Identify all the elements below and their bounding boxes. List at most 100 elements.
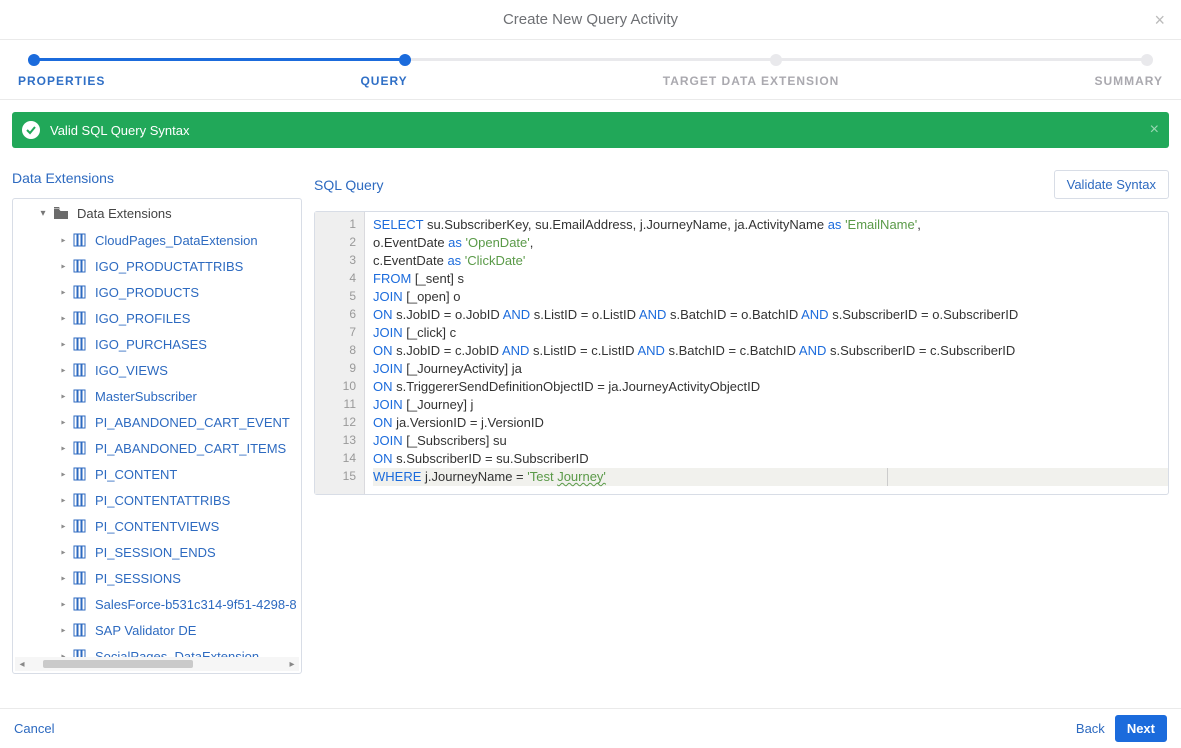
tree-root[interactable]: ▾ Data Extensions — [13, 199, 301, 227]
chevron-right-icon[interactable]: ▾ — [59, 624, 68, 636]
tree-item-label: PI_SESSION_ENDS — [95, 545, 216, 560]
back-button[interactable]: Back — [1076, 721, 1105, 736]
data-extension-icon — [73, 467, 89, 481]
tree-item[interactable]: ▾IGO_PROFILES — [13, 305, 301, 331]
chevron-right-icon[interactable]: ▾ — [59, 650, 68, 657]
tree-item[interactable]: ▾ PI_ABANDONED_CART_EVENT — [13, 409, 301, 435]
wizard-labels: PROPERTIES QUERY TARGET DATA EXTENSION S… — [18, 74, 1163, 88]
chevron-right-icon[interactable]: ▾ — [59, 494, 68, 506]
line-number: 11 — [319, 396, 356, 414]
scroll-right-icon[interactable]: ▸ — [285, 659, 299, 670]
tree-item[interactable]: ▾ IGO_PRODUCTATTRIBS — [13, 253, 301, 279]
chevron-right-icon[interactable]: ▾ — [59, 546, 68, 558]
line-number: 10 — [319, 378, 356, 396]
chevron-right-icon[interactable]: ▾ — [59, 442, 68, 454]
line-number: 1 — [319, 216, 356, 234]
tree-item-label: PI_CONTENT — [95, 467, 177, 482]
progress-bar — [28, 54, 1153, 64]
step-dot-query[interactable] — [399, 54, 411, 66]
line-number: 2 — [319, 234, 356, 252]
tree-item-label: PI_SESSIONS — [95, 571, 181, 586]
tree-item-label: PI_ABANDONED_CART_ITEMS — [95, 441, 286, 456]
tree-item[interactable]: ▾ PI_CONTENT — [13, 461, 301, 487]
progress-dots — [28, 54, 1153, 66]
step-label-properties[interactable]: PROPERTIES — [18, 74, 105, 88]
data-extension-icon — [73, 311, 89, 325]
tree-item[interactable]: ▾ MasterSubscriber — [13, 383, 301, 409]
banner-close-icon[interactable]: × — [1150, 121, 1159, 139]
tree-item[interactable]: ▾ IGO_VIEWS — [13, 357, 301, 383]
tree-item-label: IGO_PRODUCTATTRIBS — [95, 259, 243, 274]
chevron-right-icon[interactable]: ▾ — [59, 286, 68, 298]
chevron-right-icon[interactable]: ▾ — [59, 598, 68, 610]
data-extension-icon — [73, 259, 89, 273]
data-extension-icon — [73, 493, 89, 507]
tree-item[interactable]: ▾CloudPages_DataExtension — [13, 227, 301, 253]
line-number: 6 — [319, 306, 356, 324]
sql-editor[interactable]: 123456789101112131415 SELECT su.Subscrib… — [314, 211, 1169, 495]
code-area[interactable]: SELECT su.SubscriberKey, su.EmailAddress… — [365, 212, 1168, 494]
validate-syntax-button[interactable]: Validate Syntax — [1054, 170, 1169, 199]
dialog-footer: Cancel Back Next — [0, 708, 1181, 748]
chevron-down-icon[interactable]: ▾ — [35, 208, 51, 219]
line-number: 4 — [319, 270, 356, 288]
step-label-target: TARGET DATA EXTENSION — [663, 74, 840, 88]
line-number: 14 — [319, 450, 356, 468]
data-extension-icon — [73, 519, 89, 533]
horizontal-scrollbar[interactable]: ◂ ▸ — [15, 657, 299, 671]
step-dot-target — [770, 54, 782, 66]
chevron-right-icon[interactable]: ▾ — [59, 416, 68, 428]
tree-item-label: MasterSubscriber — [95, 389, 197, 404]
chevron-right-icon[interactable]: ▾ — [59, 572, 68, 584]
tree-item-label: IGO_PRODUCTS — [95, 285, 199, 300]
cancel-button[interactable]: Cancel — [14, 721, 54, 736]
step-dot-properties[interactable] — [28, 54, 40, 66]
chevron-right-icon[interactable]: ▾ — [59, 234, 68, 246]
line-number-gutter: 123456789101112131415 — [315, 212, 365, 494]
next-button[interactable]: Next — [1115, 715, 1167, 742]
data-extension-icon — [73, 441, 89, 455]
tree-item[interactable]: ▾ PI_CONTENTATTRIBS — [13, 487, 301, 513]
checkmark-icon — [22, 121, 40, 139]
tree-item-label: PI_CONTENTATTRIBS — [95, 493, 230, 508]
chevron-right-icon[interactable]: ▾ — [59, 390, 68, 402]
scroll-thumb[interactable] — [43, 660, 193, 668]
data-extension-icon — [73, 571, 89, 585]
chevron-right-icon[interactable]: ▾ — [59, 338, 68, 350]
tree-item[interactable]: ▾ PI_CONTENTVIEWS — [13, 513, 301, 539]
tree-item[interactable]: ▾SAP Validator DE — [13, 617, 301, 643]
chevron-right-icon[interactable]: ▾ — [59, 260, 68, 272]
tree-item-label: PI_ABANDONED_CART_EVENT — [95, 415, 290, 430]
line-number: 12 — [319, 414, 356, 432]
chevron-right-icon[interactable]: ▾ — [59, 312, 68, 324]
tree-item[interactable]: ▾ PI_SESSIONS — [13, 565, 301, 591]
tree-item-label: SocialPages_DataExtension — [95, 649, 259, 658]
line-number: 7 — [319, 324, 356, 342]
data-extension-icon — [73, 285, 89, 299]
folder-icon — [53, 206, 71, 220]
scroll-track[interactable] — [29, 660, 285, 668]
tree-item[interactable]: ▾ IGO_PRODUCTS — [13, 279, 301, 305]
wizard-steps: PROPERTIES QUERY TARGET DATA EXTENSION S… — [0, 40, 1181, 100]
line-number: 5 — [319, 288, 356, 306]
chevron-right-icon[interactable]: ▾ — [59, 520, 68, 532]
dialog-title: Create New Query Activity — [503, 11, 678, 28]
tree-item[interactable]: ▾ IGO_PURCHASES — [13, 331, 301, 357]
step-dot-summary — [1141, 54, 1153, 66]
chevron-right-icon[interactable]: ▾ — [59, 468, 68, 480]
line-number: 13 — [319, 432, 356, 450]
data-extension-icon — [73, 233, 89, 247]
close-icon[interactable]: × — [1154, 10, 1165, 31]
step-label-query[interactable]: QUERY — [360, 74, 407, 88]
scroll-left-icon[interactable]: ◂ — [15, 659, 29, 670]
chevron-right-icon[interactable]: ▾ — [59, 364, 68, 376]
tree-item-label: IGO_VIEWS — [95, 363, 168, 378]
tree-item-label: PI_CONTENTVIEWS — [95, 519, 219, 534]
data-extension-icon — [73, 415, 89, 429]
line-number: 9 — [319, 360, 356, 378]
tree-item-label: IGO_PURCHASES — [95, 337, 207, 352]
tree-item[interactable]: ▾ SocialPages_DataExtension — [13, 643, 301, 657]
tree-item[interactable]: ▾SalesForce-b531c314-9f51-4298-8 — [13, 591, 301, 617]
tree-item[interactable]: ▾ PI_ABANDONED_CART_ITEMS — [13, 435, 301, 461]
tree-item[interactable]: ▾ PI_SESSION_ENDS — [13, 539, 301, 565]
